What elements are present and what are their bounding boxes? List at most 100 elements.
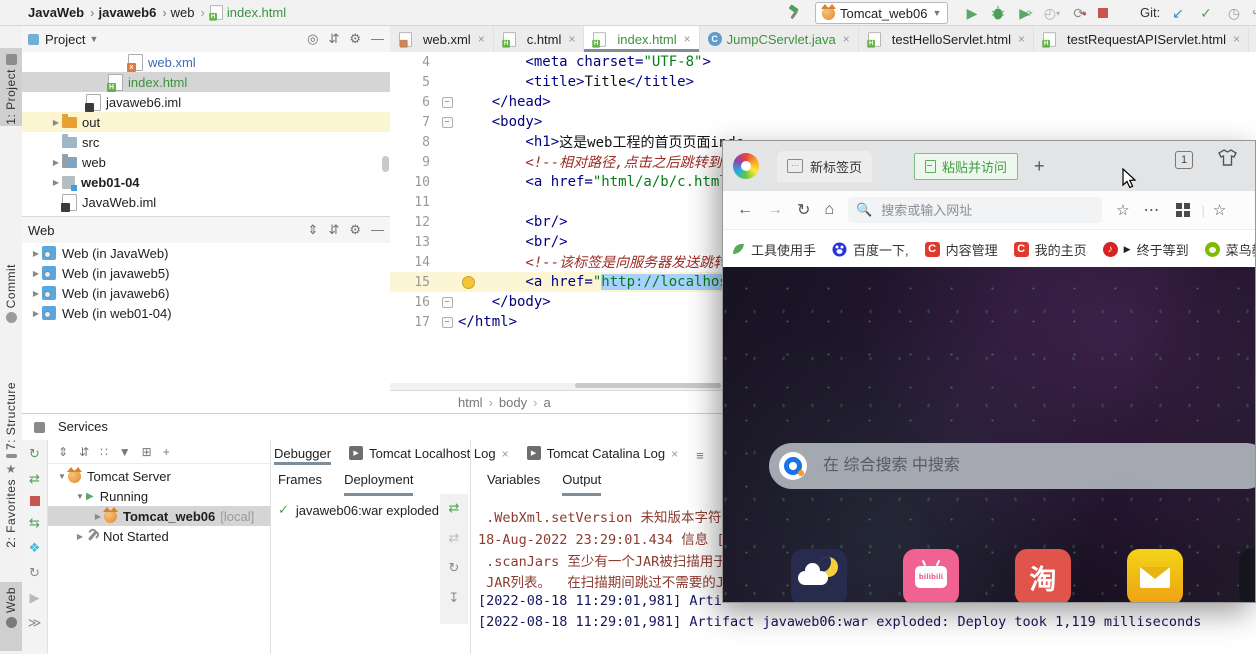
- add-service-icon[interactable]: +: [163, 445, 170, 459]
- browser-logo-icon[interactable]: [733, 153, 759, 179]
- close-icon[interactable]: [843, 32, 850, 46]
- page-search-bar[interactable]: [769, 443, 1255, 489]
- expand-arrow-icon[interactable]: [50, 177, 62, 187]
- rerun-server-icon[interactable]: ↻: [29, 446, 40, 462]
- tree-row-src[interactable]: src: [22, 132, 390, 152]
- expand-arrow-icon[interactable]: [30, 308, 42, 318]
- build-hammer-icon[interactable]: [786, 4, 803, 24]
- tab-debugger[interactable]: Debugger: [274, 446, 331, 465]
- breadcrumb-file[interactable]: index.html: [227, 5, 286, 20]
- debug-button[interactable]: [990, 5, 1006, 24]
- web-tree-row[interactable]: Web (in JavaWeb): [22, 243, 390, 263]
- tab-indexhtml[interactable]: H index.html: [584, 26, 700, 52]
- bookmark-music[interactable]: ♪ ▶ 终于等到: [1102, 240, 1189, 259]
- refresh-icon[interactable]: ↻: [797, 200, 810, 220]
- web-tree-row[interactable]: Web (in javaweb6): [22, 283, 390, 303]
- git-rollback-button[interactable]: ↪: [1248, 3, 1256, 23]
- home-icon[interactable]: ⌂: [824, 201, 834, 219]
- close-icon[interactable]: [478, 32, 485, 46]
- new-tab-button[interactable]: +: [1034, 156, 1045, 177]
- refresh-icon[interactable]: ↻: [29, 565, 40, 581]
- fold-marker-icon[interactable]: −: [441, 316, 453, 328]
- browser-window[interactable]: ⋯ 新标签页 粘贴并访问 + 1 ← → ↻ ⌂ 🔍 ☆ ⋯: [722, 140, 1256, 603]
- stop-button[interactable]: [1098, 8, 1108, 18]
- refresh-icon[interactable]: ↻: [449, 560, 460, 576]
- deploy-icon[interactable]: ⇄: [449, 500, 460, 516]
- tab-testhelloservlet[interactable]: H testHelloServlet.html: [859, 26, 1035, 52]
- run-config-selector[interactable]: Tomcat_web06 ▼: [815, 2, 949, 24]
- favorite-star-icon[interactable]: ☆: [1116, 201, 1129, 219]
- tree-row-out[interactable]: out: [22, 112, 390, 132]
- qqmail-tile[interactable]: [1127, 549, 1183, 602]
- tree-row-not-started[interactable]: Not Started: [48, 526, 270, 546]
- code-line[interactable]: 6− </head>: [390, 92, 1256, 112]
- tab-tomcat-localhost-log[interactable]: ▶ Tomcat Localhost Log: [349, 446, 508, 465]
- filter-icon[interactable]: ▼: [119, 445, 131, 459]
- stripe-tab-project[interactable]: 1: Project: [0, 48, 22, 126]
- hide-panel-icon[interactable]: —: [371, 31, 384, 47]
- tree-row-indexhtml[interactable]: H index.html: [22, 72, 390, 92]
- bookmark-runoob[interactable]: 菜鸟教程 -: [1204, 240, 1255, 259]
- expand-arrow-icon[interactable]: [30, 288, 42, 298]
- tab-tomcat-catalina-log[interactable]: ▶ Tomcat Catalina Log: [526, 446, 679, 465]
- services-title[interactable]: Services: [58, 419, 108, 434]
- expand-arrow-icon[interactable]: [30, 268, 42, 278]
- tab-deployment[interactable]: Deployment: [344, 472, 413, 496]
- tree-row-javawebiml[interactable]: JavaWeb.iml: [22, 192, 390, 212]
- tree-row-web01-04[interactable]: web01-04: [22, 172, 390, 192]
- git-update-button[interactable]: ↙: [1168, 3, 1188, 23]
- collapse-arrow-icon[interactable]: [74, 491, 86, 501]
- stop-server-icon[interactable]: [29, 496, 40, 506]
- run-button[interactable]: ▶: [962, 3, 982, 23]
- browser-tab[interactable]: ⋯ 新标签页: [777, 150, 873, 182]
- expand-arrow-icon[interactable]: [50, 157, 62, 167]
- hide-panel-icon[interactable]: —: [371, 222, 384, 238]
- close-icon[interactable]: [684, 32, 691, 46]
- undeploy-icon[interactable]: ⇄: [449, 530, 460, 546]
- bookmarks-star-icon[interactable]: ☆: [1213, 201, 1226, 219]
- back-icon[interactable]: ←: [737, 201, 753, 219]
- horizontal-scrollbar[interactable]: [575, 383, 721, 388]
- deployment-artifact-row[interactable]: ✓ javaweb06:war exploded: [278, 502, 439, 518]
- tab-chtml[interactable]: H c.html: [494, 26, 585, 52]
- tab-testrequestapiservlet[interactable]: H testRequestAPIServlet.html: [1034, 26, 1249, 52]
- tree-row-running[interactable]: ▶ Running: [48, 486, 270, 506]
- update-application-button[interactable]: ⟳ ●: [1070, 3, 1090, 23]
- tree-row-tomcat-server[interactable]: Tomcat Server: [48, 466, 270, 486]
- collapse-all-icon[interactable]: ⇵: [328, 222, 339, 238]
- address-input[interactable]: [879, 201, 1074, 219]
- taobao-tile[interactable]: 淘: [1015, 549, 1071, 602]
- kuaishou-tile[interactable]: 8: [1239, 549, 1255, 602]
- tab-output[interactable]: Output: [562, 472, 601, 496]
- bookmark-baidu[interactable]: 百度一下,: [832, 240, 909, 259]
- theme-shirt-icon[interactable]: [1218, 149, 1237, 170]
- close-icon[interactable]: [671, 446, 678, 461]
- weather-tile[interactable]: [791, 549, 847, 602]
- tree-row-javaweb6iml[interactable]: javaweb6.iml: [22, 92, 390, 112]
- menu-icon[interactable]: ≡: [696, 448, 704, 463]
- locate-file-icon[interactable]: ◎: [307, 31, 318, 47]
- close-icon[interactable]: [568, 32, 575, 46]
- stripe-tab-structure[interactable]: 7: Structure: [0, 382, 22, 458]
- web-panel-title[interactable]: Web: [28, 223, 55, 238]
- expand-all-icon[interactable]: ⇕: [308, 222, 319, 238]
- expand-all-icon[interactable]: ⇕: [58, 445, 68, 459]
- code-line[interactable]: 7− <body>: [390, 112, 1256, 132]
- stripe-tab-favorites[interactable]: ★ 2: Favorites: [0, 463, 22, 548]
- bookmark-my-home[interactable]: C 我的主页: [1013, 240, 1087, 259]
- breadcrumb-module[interactable]: javaweb6: [98, 5, 166, 20]
- crumb-html[interactable]: html: [458, 395, 493, 410]
- fold-marker-icon[interactable]: −: [441, 116, 453, 128]
- gear-icon[interactable]: ⚙: [349, 222, 361, 238]
- expand-arrow-icon[interactable]: [74, 531, 86, 541]
- project-panel-title[interactable]: Project: [45, 32, 85, 47]
- fold-marker-icon[interactable]: −: [441, 296, 453, 308]
- stripe-tab-commit[interactable]: Commit: [0, 264, 22, 326]
- download-icon[interactable]: ↧: [449, 590, 460, 606]
- tab-variables[interactable]: Variables: [487, 472, 540, 496]
- run-with-coverage-button[interactable]: ▶ ⟳: [1016, 3, 1036, 23]
- expand-arrow-icon[interactable]: [92, 511, 104, 521]
- page-search-input[interactable]: [821, 456, 1205, 476]
- bookmark-tools[interactable]: 工具使用手: [731, 240, 816, 259]
- code-line[interactable]: 4 <meta charset= "UTF-8" >: [390, 52, 1256, 72]
